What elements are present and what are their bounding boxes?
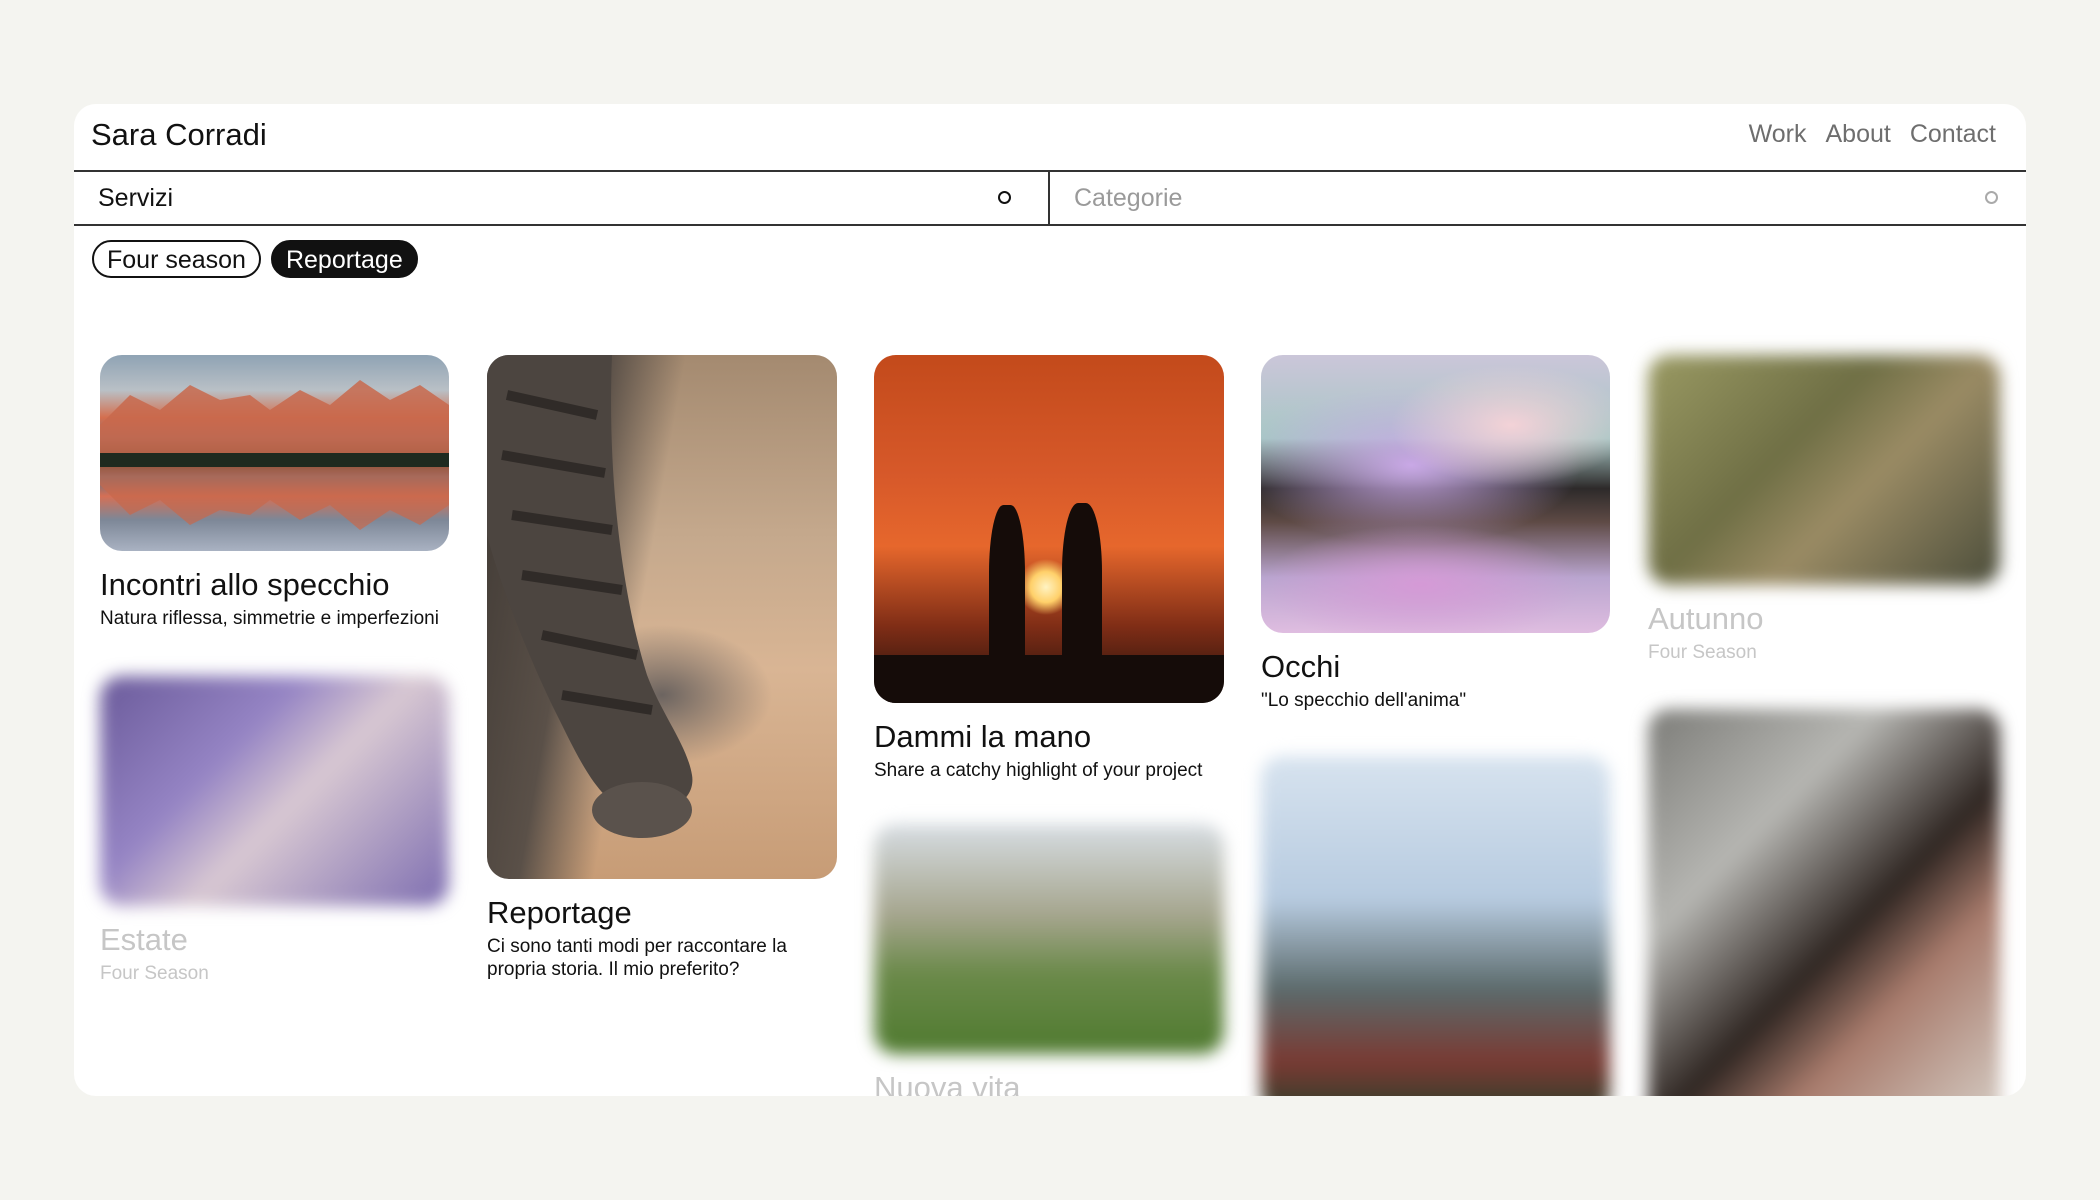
card-description: Ci sono tanti modi per raccontare la pro… [487, 935, 837, 983]
card-description: Natura riflessa, simmetrie e imperfezion… [100, 607, 439, 629]
cat-on-map-image[interactable] [487, 355, 837, 879]
services-filter-label: Servizi [98, 184, 174, 212]
card-occhi[interactable]: Occhi "Lo specchio dell'anima" [1261, 355, 1610, 712]
card-description: Four Season [1648, 641, 1757, 663]
ground-silhouette [874, 655, 1224, 703]
left-figure-silhouette [989, 505, 1025, 675]
portrait-image[interactable] [1648, 709, 2000, 1096]
card-description: Share a catchy highlight of your project [874, 759, 1203, 781]
chip-reportage[interactable]: Reportage [270, 240, 418, 278]
card-title: Incontri allo specchio [100, 567, 390, 602]
estate-image[interactable] [100, 676, 449, 906]
nuova-vita-image[interactable] [874, 824, 1224, 1054]
card-couple[interactable] [1261, 756, 1610, 1096]
card-dammi-la-mano[interactable]: Dammi la mano Share a catchy highlight o… [874, 355, 1224, 782]
top-bar: Sara Corradi Work About Contact [74, 104, 2026, 172]
card-estate[interactable]: Estate Four Season [100, 676, 449, 985]
nav-work-link[interactable]: Work [1749, 120, 1807, 149]
card-description-line-1: Ci sono tanti modi per raccontare la [487, 935, 787, 957]
card-title: Estate [100, 922, 188, 957]
painted-faces-image[interactable] [1261, 355, 1610, 633]
right-figure-silhouette [1062, 503, 1102, 675]
lake-reflection-image[interactable] [100, 355, 449, 551]
sunset-silhouette-image[interactable] [874, 355, 1224, 703]
mountain-silhouette [100, 380, 449, 530]
card-description-line-2: propria storia. Il mio preferito? [487, 959, 740, 981]
main-nav: Work About Contact [1749, 120, 1996, 149]
couple-image[interactable] [1261, 756, 1610, 1096]
services-filter[interactable]: Servizi [74, 172, 1050, 224]
card-title: Nuova vita [874, 1070, 1021, 1096]
autunno-image[interactable] [1648, 355, 2000, 585]
categories-filter-label: Categorie [1074, 184, 1183, 212]
active-filter-chips: Four season Reportage [92, 240, 418, 278]
categories-filter[interactable]: Categorie [1050, 172, 2026, 224]
card-incontri[interactable]: Incontri allo specchio Natura riflessa, … [100, 355, 449, 630]
card-title: Reportage [487, 895, 632, 930]
card-reportage[interactable]: Reportage Ci sono tanti modi per raccont… [487, 355, 837, 982]
card-description: Four Season [100, 962, 209, 984]
nav-about-link[interactable]: About [1825, 120, 1890, 149]
card-nuova-vita[interactable]: Nuova vita [874, 824, 1224, 1096]
filter-bar: Servizi Categorie [74, 172, 2026, 226]
card-autunno[interactable]: Autunno Four Season [1648, 355, 2000, 664]
services-toggle-icon[interactable] [998, 191, 1011, 204]
app-window: Sara Corradi Work About Contact Servizi … [74, 104, 2026, 1096]
brand-name[interactable]: Sara Corradi [91, 117, 267, 153]
card-description: "Lo specchio dell'anima" [1261, 689, 1467, 711]
categories-toggle-icon[interactable] [1985, 191, 1998, 204]
nav-contact-link[interactable]: Contact [1910, 120, 1996, 149]
card-portrait[interactable] [1648, 709, 2000, 1096]
card-title: Dammi la mano [874, 719, 1092, 754]
cat-paw-shape [487, 355, 693, 838]
card-title: Occhi [1261, 649, 1341, 684]
chip-four-season[interactable]: Four season [92, 240, 261, 278]
card-title: Autunno [1648, 601, 1764, 636]
